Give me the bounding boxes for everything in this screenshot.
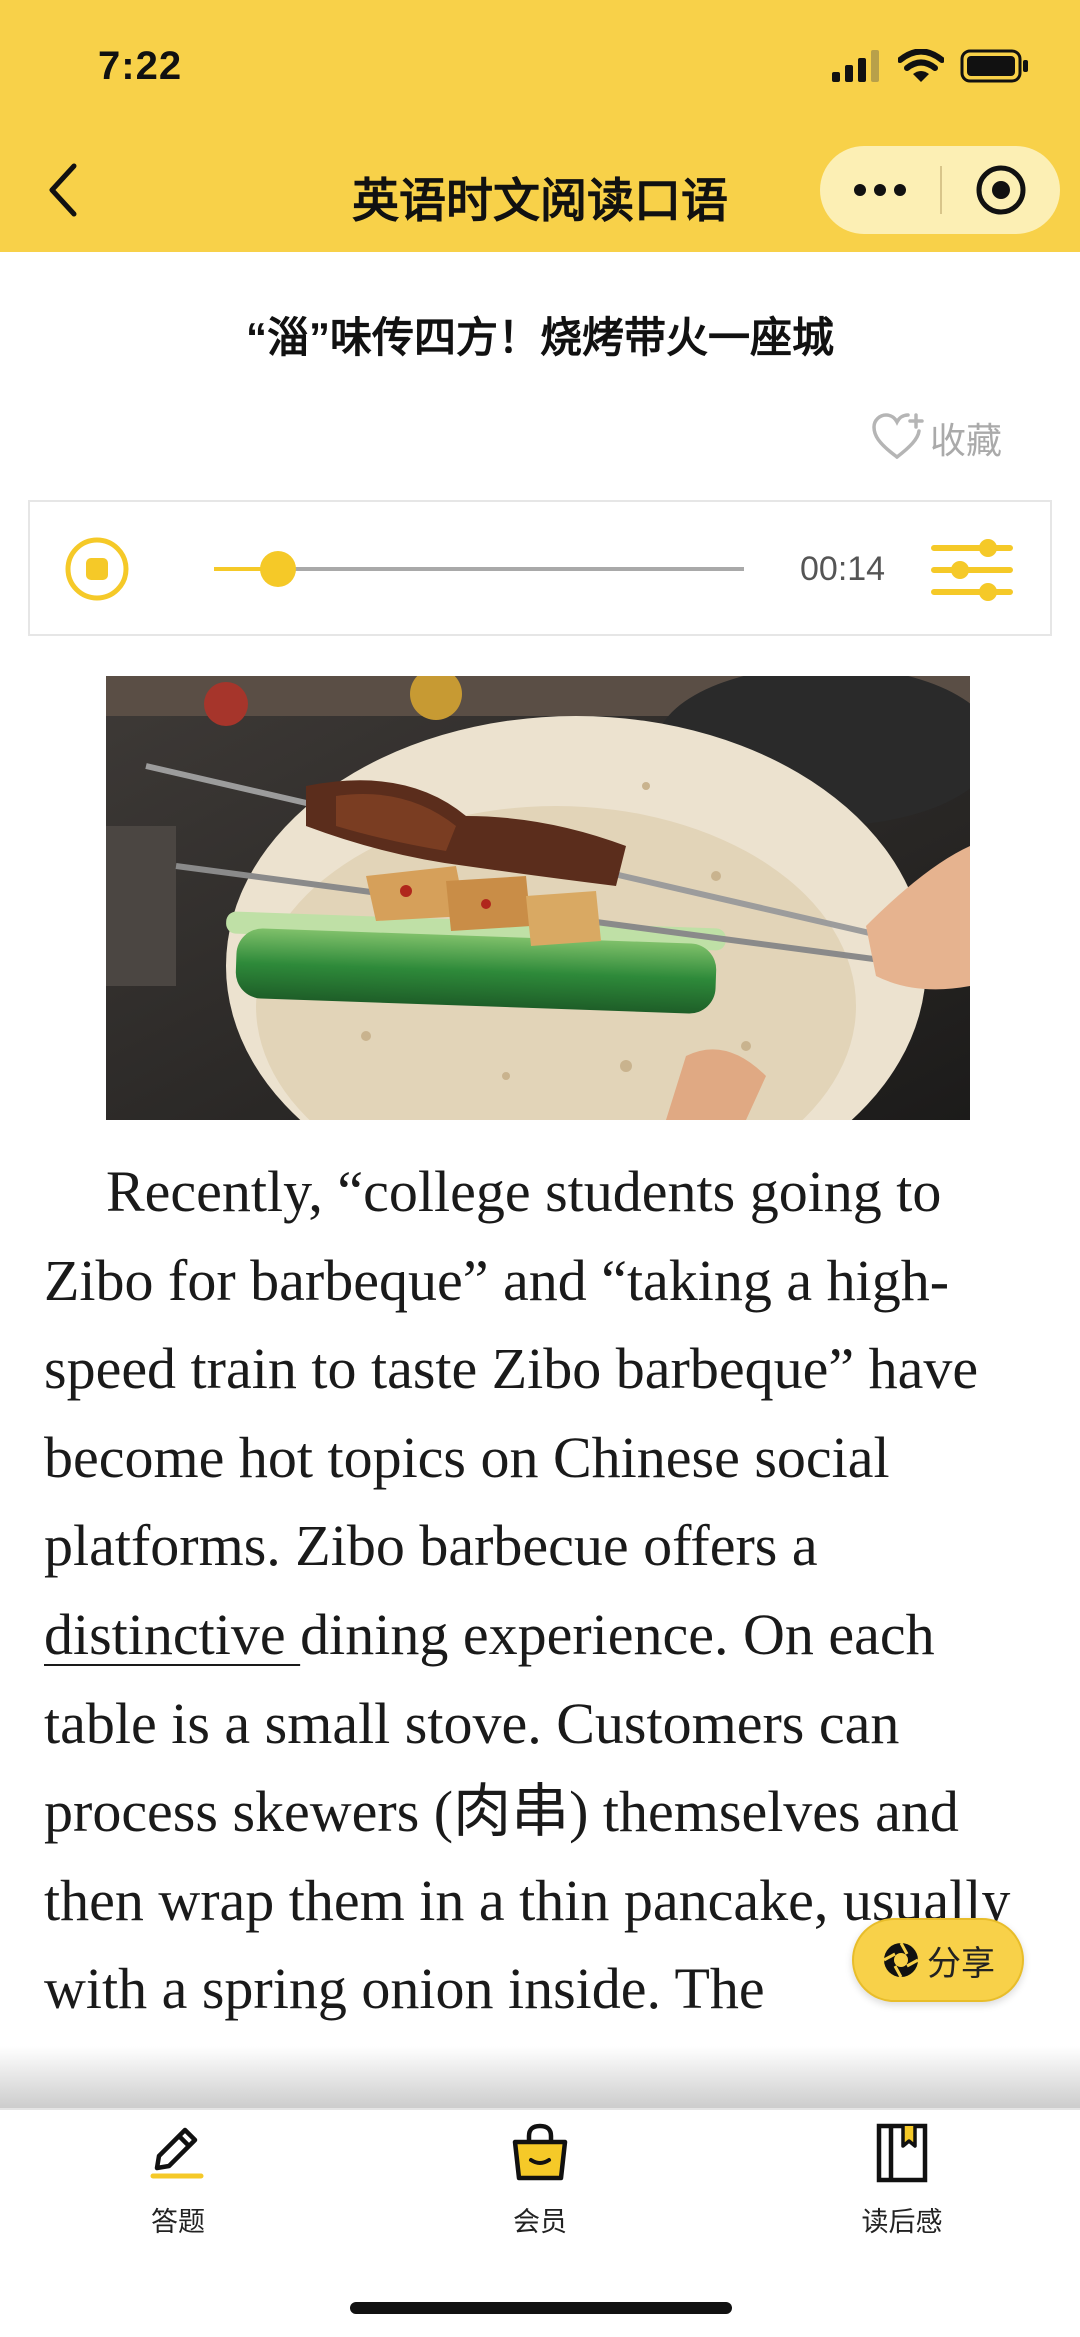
tab-membership[interactable]: 会员 (450, 2120, 630, 2239)
vocabulary-word[interactable]: distinctive (44, 1602, 300, 1667)
status-time: 7:22 (98, 44, 183, 88)
home-indicator[interactable] (350, 2302, 732, 2314)
heart-plus-icon (872, 413, 924, 459)
audio-player: 00:14 (28, 500, 1052, 636)
tab-answer[interactable]: 答题 (88, 2120, 268, 2239)
wifi-icon (898, 49, 944, 82)
bookmark-book-icon (876, 2123, 928, 2183)
shutter-icon (883, 1942, 919, 1978)
status-icons (832, 46, 1030, 86)
audio-progress-handle[interactable] (259, 551, 296, 587)
article-paragraph: Recently, “college students going to Zib… (44, 1148, 1054, 2034)
stop-button-icon[interactable] (64, 536, 130, 602)
target-circle-icon (976, 165, 1026, 215)
top-bar: 7:22 英语时文阅读口语 (0, 0, 1080, 252)
share-label: 分享 (927, 1944, 995, 1983)
pencil-icon (150, 2127, 204, 2179)
share-button[interactable]: 分享 (852, 1918, 1024, 2002)
article-title: “淄”味传四方！烧烤带火一座城 (245, 314, 834, 361)
tab-label: 会员 (513, 2207, 567, 2237)
audio-settings-icon[interactable] (930, 538, 1014, 602)
more-options-button[interactable] (820, 146, 940, 234)
favorite-label: 收藏 (929, 420, 1002, 461)
audio-time: 00:14 (800, 550, 886, 588)
signal-icon (832, 50, 879, 82)
tab-label: 答题 (151, 2207, 205, 2237)
favorite-button[interactable]: 收藏 (872, 412, 1002, 464)
battery-icon (960, 49, 1028, 83)
close-mini-program-button[interactable] (942, 146, 1060, 234)
tab-label: 读后感 (861, 2207, 943, 2237)
article-photo (106, 676, 970, 1120)
bottom-tab-bar: 答题 会员 读后感 (0, 2108, 1080, 2337)
audio-progress-track[interactable] (214, 551, 744, 587)
mini-program-capsule (820, 146, 1060, 234)
dot-icon (874, 184, 886, 196)
article-text: Recently, “college students going to Zib… (44, 1159, 979, 1579)
dot-icon (854, 184, 866, 196)
tab-reflection[interactable]: 读后感 (812, 2120, 992, 2239)
shopping-bag-icon (512, 2123, 568, 2181)
dot-icon (894, 184, 906, 196)
